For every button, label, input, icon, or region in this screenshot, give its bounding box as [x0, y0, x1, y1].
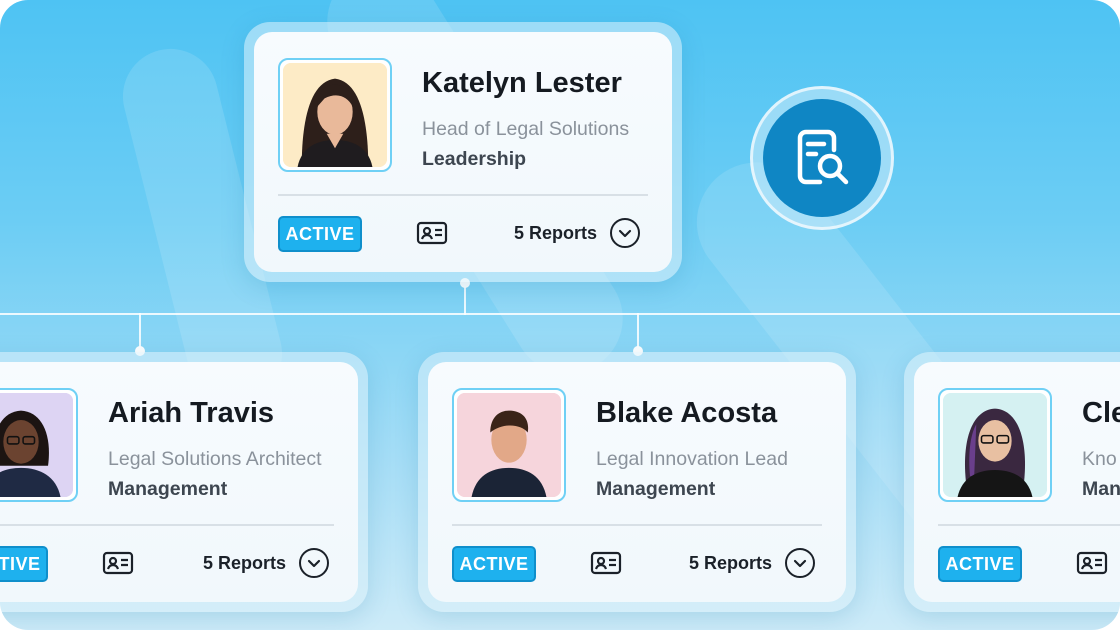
id-card-icon[interactable]	[102, 551, 134, 575]
avatar-photo	[0, 393, 73, 497]
chevron-down-icon[interactable]	[299, 548, 329, 578]
employee-role: Legal Solutions Architect	[108, 448, 322, 470]
employee-card-report[interactable]: Blake Acosta Legal Innovation Lead Manag…	[418, 352, 856, 612]
id-card-icon[interactable]	[590, 551, 622, 575]
employee-department: Management	[596, 478, 716, 500]
reports-count: 5 Reports	[203, 553, 287, 573]
card-divider	[0, 524, 334, 526]
employee-department: Management	[108, 478, 228, 500]
employee-name: Blake Acosta	[596, 397, 778, 429]
connector-horizontal	[0, 313, 1120, 315]
card-divider	[278, 194, 648, 196]
avatar-photo	[283, 63, 387, 167]
card-body: Cle Kno Man ACTIVE	[914, 362, 1120, 602]
employee-card-report[interactable]: Cle Kno Man ACTIVE	[904, 352, 1120, 612]
employee-name: Cle	[1082, 397, 1120, 429]
employee-name: Katelyn Lester	[422, 67, 622, 99]
chevron-down-icon[interactable]	[785, 548, 815, 578]
avatar	[0, 388, 78, 502]
avatar-photo	[943, 393, 1047, 497]
status-badge: ACTIVE	[938, 546, 1022, 582]
employee-department: Leadership	[422, 148, 527, 170]
card-body: Ariah Travis Legal Solutions Architect M…	[0, 362, 358, 602]
org-chart-canvas: Katelyn Lester Head of Legal Solutions L…	[0, 0, 1120, 630]
chevron-down-icon[interactable]	[610, 218, 640, 248]
employee-card-report[interactable]: Ariah Travis Legal Solutions Architect M…	[0, 352, 368, 612]
card-divider	[452, 524, 822, 526]
card-divider	[938, 524, 1120, 526]
reports-count: 5 Reports	[514, 223, 598, 243]
employee-role: Legal Innovation Lead	[596, 448, 788, 470]
avatar	[938, 388, 1052, 502]
employee-role: Head of Legal Solutions	[422, 118, 630, 140]
employee-card-manager[interactable]: Katelyn Lester Head of Legal Solutions L…	[244, 22, 682, 282]
avatar	[278, 58, 392, 172]
avatar-photo	[457, 393, 561, 497]
status-badge: ACTIVE	[0, 546, 48, 582]
document-search-icon	[763, 99, 881, 217]
reports-count: 5 Reports	[689, 553, 773, 573]
employee-name: Ariah Travis	[108, 397, 275, 429]
id-card-icon[interactable]	[416, 221, 448, 245]
employee-department: Man	[1082, 478, 1120, 500]
avatar	[452, 388, 566, 502]
card-body: Katelyn Lester Head of Legal Solutions L…	[254, 32, 672, 272]
employee-role: Kno	[1082, 448, 1117, 470]
status-badge: ACTIVE	[278, 216, 362, 252]
document-search-badge[interactable]	[750, 86, 894, 230]
status-badge: ACTIVE	[452, 546, 536, 582]
card-body: Blake Acosta Legal Innovation Lead Manag…	[428, 362, 846, 602]
id-card-icon[interactable]	[1076, 551, 1108, 575]
